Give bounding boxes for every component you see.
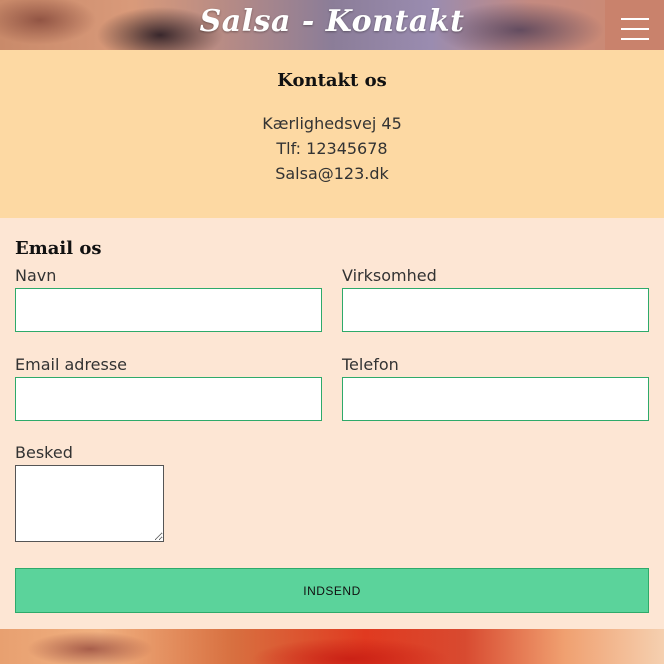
header-banner: Salsa - Kontakt — [0, 0, 664, 59]
message-label: Besked — [15, 443, 73, 462]
phone-label: Telefon — [342, 355, 399, 374]
hamburger-menu-icon-bottom — [621, 38, 649, 40]
name-label: Navn — [15, 266, 57, 285]
email-form-section: Email os Navn Virksomhed Email adresse T… — [0, 218, 664, 629]
message-textarea[interactable] — [15, 465, 164, 542]
contact-heading: Kontakt os — [277, 70, 387, 91]
company-label: Virksomhed — [342, 266, 437, 285]
company-input[interactable] — [342, 288, 649, 332]
hamburger-menu-icon — [621, 18, 649, 20]
contact-phone: Tlf: 12345678 — [276, 139, 388, 158]
contact-address: Kærlighedsvej 45 — [262, 114, 402, 133]
footer-banner — [0, 629, 664, 664]
contact-email: Salsa@123.dk — [275, 164, 389, 183]
email-label: Email adresse — [15, 355, 128, 374]
contact-info-section: Kontakt os Kærlighedsvej 45 Tlf: 1234567… — [0, 50, 664, 218]
phone-input[interactable] — [342, 377, 649, 421]
name-input[interactable] — [15, 288, 322, 332]
hamburger-menu-icon-middle — [621, 28, 649, 30]
form-heading: Email os — [15, 238, 102, 259]
submit-button[interactable]: INDSEND — [15, 568, 649, 613]
page-title: Salsa - Kontakt — [199, 4, 465, 39]
email-input[interactable] — [15, 377, 322, 421]
